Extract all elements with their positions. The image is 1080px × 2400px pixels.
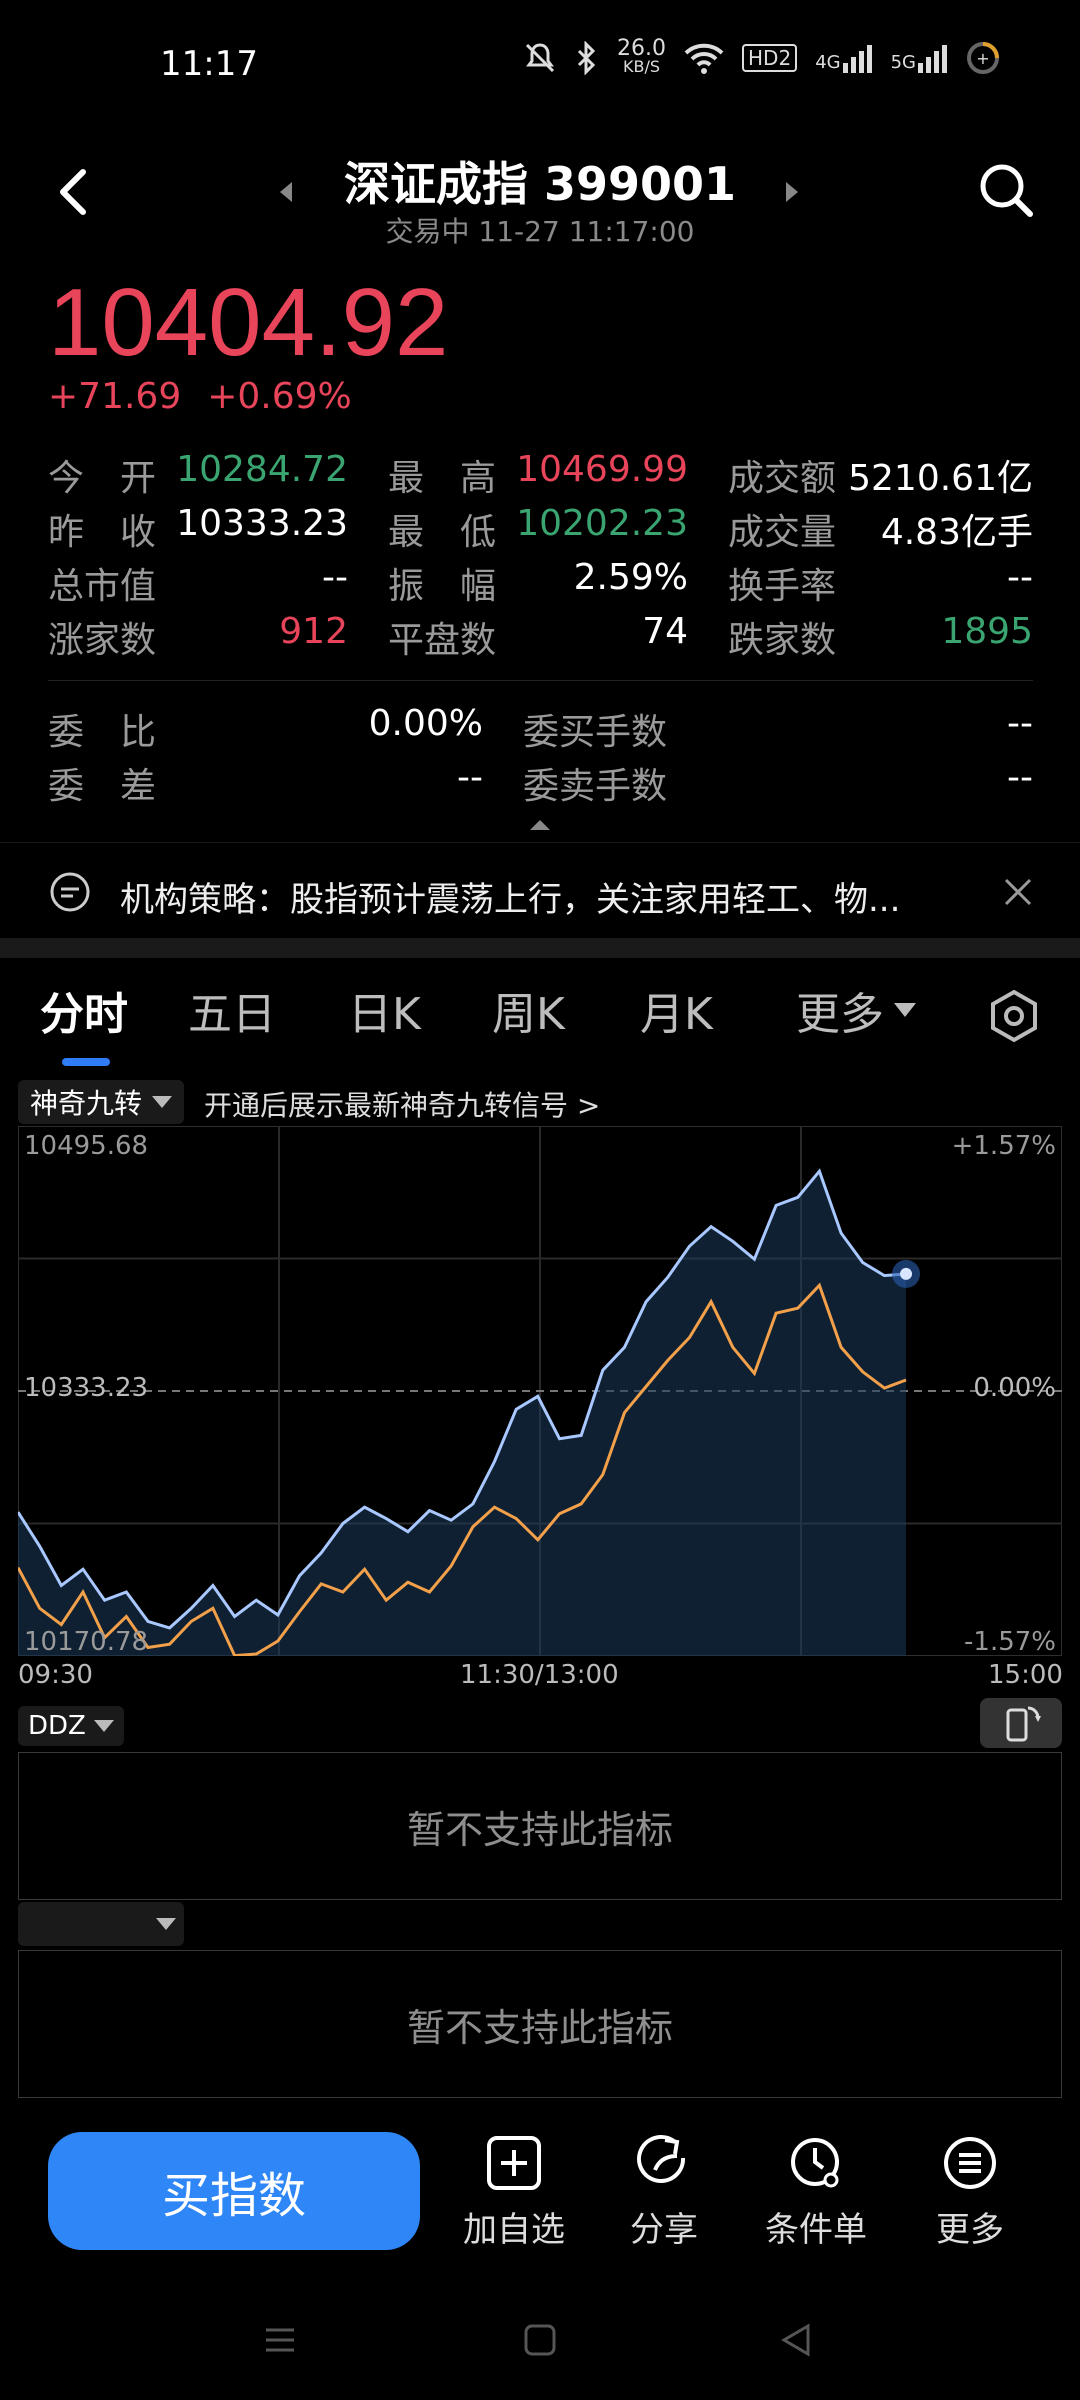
x-label-noon: 11:30/13:00 bbox=[460, 1660, 619, 1690]
stat-market-cap: 总市值 -- bbox=[48, 557, 348, 607]
tab-more[interactable]: 更多 bbox=[796, 978, 916, 1042]
pct-max-label: +1.57% bbox=[952, 1131, 1056, 1161]
message-icon bbox=[50, 872, 90, 912]
tab-weekly-k[interactable]: 周K bbox=[492, 978, 565, 1042]
condition-order-button[interactable]: 条件单 bbox=[746, 2134, 886, 2251]
svg-text:+: + bbox=[976, 49, 989, 68]
section-separator bbox=[0, 938, 1080, 958]
tab-five-day[interactable]: 五日 bbox=[188, 978, 276, 1042]
signal-bars-icon bbox=[918, 45, 947, 73]
chevron-down-icon bbox=[894, 1003, 916, 1017]
status-time: 11:17 bbox=[160, 44, 258, 84]
battery-icon: + bbox=[967, 42, 999, 74]
signal-4g: 4G bbox=[815, 43, 872, 73]
bluetooth-icon bbox=[577, 41, 596, 75]
y-mid-label: 10333.23 bbox=[24, 1373, 148, 1403]
x-label-open: 09:30 bbox=[18, 1660, 93, 1690]
mute-icon bbox=[525, 43, 555, 73]
stats-grid: 今 开 10284.72 最 高 10469.99 成交额 5210.61亿 昨 收1… bbox=[48, 448, 1033, 664]
news-text[interactable]: 机构策略：股指预计震荡上行，关注家用轻工、物... bbox=[120, 872, 940, 921]
buy-index-button[interactable]: 买指数 bbox=[48, 2132, 420, 2250]
stat-amplitude: 振 幅 2.59% bbox=[388, 557, 688, 607]
share-button[interactable]: 分享 bbox=[594, 2134, 734, 2251]
stats-row: 委 差 -- 委卖手数 -- bbox=[48, 756, 1033, 810]
tab-daily-k[interactable]: 日K bbox=[348, 978, 421, 1042]
active-tab-indicator bbox=[62, 1058, 110, 1066]
stat-order-ratio: 委 比 0.00% bbox=[48, 703, 483, 753]
unsupported-text: 暂不支持此指标 bbox=[406, 2005, 673, 2050]
stat-prev-close: 昨 收 10333.23 bbox=[48, 503, 348, 553]
indicator-hint-link[interactable]: 开通后展示最新神奇九转信号 > bbox=[204, 1084, 600, 1124]
add-square-icon bbox=[487, 2136, 541, 2190]
tab-intraday[interactable]: 分时 bbox=[40, 978, 128, 1042]
more-menu-button[interactable]: 更多 bbox=[900, 2134, 1040, 2251]
stats-row: 今 开 10284.72 最 高 10469.99 成交额 5210.61亿 bbox=[48, 448, 1033, 502]
stat-sell-lots: 委卖手数 -- bbox=[523, 757, 1033, 807]
wifi-icon bbox=[684, 43, 724, 74]
home-icon[interactable] bbox=[522, 2322, 558, 2358]
second-indicator-select[interactable] bbox=[18, 1902, 184, 1946]
stat-volume: 成交量 4.83亿手 bbox=[728, 512, 1033, 553]
stat-advancers: 涨家数 912 bbox=[48, 611, 348, 661]
signal-5g: 5G bbox=[891, 43, 948, 73]
tab-monthly-k[interactable]: 月K bbox=[640, 978, 713, 1042]
search-icon[interactable] bbox=[976, 160, 1036, 220]
order-stats: 委 比 0.00% 委买手数 -- 委 差 -- 委卖手数 -- bbox=[48, 702, 1033, 810]
divider bbox=[48, 680, 1033, 681]
page-title: 深证成指 399001 bbox=[343, 157, 737, 211]
ddz-panel: 暂不支持此指标 bbox=[18, 1752, 1062, 1900]
chevron-down-icon bbox=[156, 1918, 176, 1930]
ddz-indicator-select[interactable]: DDZ bbox=[18, 1706, 124, 1746]
current-price: 10404.92 bbox=[48, 269, 449, 376]
settings-hexagon-icon[interactable] bbox=[986, 988, 1042, 1044]
rotate-icon bbox=[1006, 1706, 1041, 1742]
change-percent: +0.69% bbox=[207, 376, 352, 417]
hd-badge: HD2 bbox=[742, 44, 798, 72]
signal-bars-icon bbox=[842, 45, 872, 73]
price-change: +71.69 +0.69% bbox=[48, 376, 378, 417]
add-watchlist-button[interactable]: 加自选 bbox=[444, 2134, 584, 2251]
stat-low: 最 低 10202.23 bbox=[388, 503, 688, 553]
pct-mid-label: 0.00% bbox=[973, 1373, 1056, 1403]
chart-tabs: 分时 五日 日K 周K 月K 更多 bbox=[0, 978, 1080, 1068]
stats-row: 昨 收 10333.23 最 低 10202.23 成交量 4.83亿手 bbox=[48, 502, 1033, 556]
menu-icon[interactable] bbox=[262, 2322, 298, 2358]
y-min-label: 10170.78 bbox=[24, 1627, 148, 1656]
stat-order-diff: 委 差 -- bbox=[48, 757, 483, 807]
stats-row: 委 比 0.00% 委买手数 -- bbox=[48, 702, 1033, 756]
unsupported-text: 暂不支持此指标 bbox=[406, 1807, 673, 1852]
status-icons: 26.0 KB/S HD2 4G 5G + bbox=[523, 36, 1000, 76]
second-indicator-panel: 暂不支持此指标 bbox=[18, 1950, 1062, 2098]
chevron-down-icon bbox=[93, 1720, 114, 1732]
net-speed: 26.0 KB/S bbox=[617, 36, 667, 76]
stat-turnover-rate: 换手率 -- bbox=[728, 557, 1033, 607]
pct-min-label: -1.57% bbox=[964, 1627, 1056, 1656]
stat-decliners: 跌家数 1895 bbox=[728, 611, 1033, 661]
close-icon[interactable] bbox=[1000, 874, 1036, 910]
next-stock-arrow-icon[interactable] bbox=[780, 180, 804, 204]
rotate-screen-button[interactable] bbox=[980, 1698, 1062, 1748]
chevron-down-icon bbox=[152, 1096, 173, 1108]
stat-turnover: 成交额 5210.61亿 bbox=[728, 458, 1033, 499]
stat-high: 最 高 10469.99 bbox=[388, 449, 688, 499]
stat-buy-lots: 委买手数 -- bbox=[523, 703, 1033, 753]
stats-row: 总市值 -- 振 幅 2.59% 换手率 -- bbox=[48, 556, 1033, 610]
stats-row: 涨家数 912 平盘数 74 跌家数 1895 bbox=[48, 610, 1033, 664]
share-icon bbox=[637, 2134, 686, 2183]
collapse-arrow-icon[interactable] bbox=[528, 816, 552, 832]
stat-open: 今 开 10284.72 bbox=[48, 449, 348, 499]
menu-circle-icon bbox=[944, 2137, 996, 2189]
back-nav-icon[interactable] bbox=[778, 2322, 814, 2358]
trade-status: 交易中 11-27 11:17:00 bbox=[385, 215, 695, 248]
x-label-close: 15:00 bbox=[988, 1660, 1063, 1690]
change-value: +71.69 bbox=[48, 376, 182, 417]
current-point bbox=[900, 1267, 913, 1280]
indicator-select[interactable]: 神奇九转 bbox=[18, 1080, 185, 1124]
clock-icon bbox=[791, 2138, 839, 2188]
y-max-label: 10495.68 bbox=[24, 1131, 148, 1161]
stat-unchanged: 平盘数 74 bbox=[388, 611, 688, 661]
system-nav-bar bbox=[0, 2300, 1080, 2400]
intraday-chart[interactable]: 10495.68 10333.23 10170.78 +1.57% 0.00% … bbox=[18, 1126, 1062, 1656]
